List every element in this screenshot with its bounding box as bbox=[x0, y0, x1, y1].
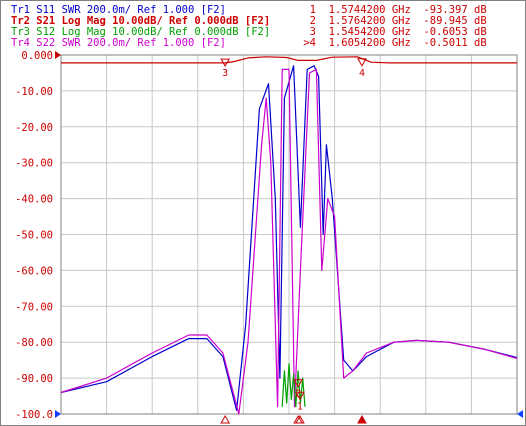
chart-plot[interactable]: 0.000 -10.00 -20.00 -30.00 -40.00 -50.00 -60.0… bbox=[1, 1, 525, 425]
vna-screen: 0.000 -10.00 -20.00 -30.00 -40.00 -50.00 -60.0… bbox=[0, 0, 526, 426]
marker-2-label: 2 bbox=[295, 389, 301, 400]
x-marker-4 bbox=[357, 414, 367, 424]
marker-readout-4: >4 1.6054200 GHz -0.5011 dB bbox=[297, 37, 487, 49]
trace-label-tr4[interactable]: Tr4 S22 SWR 200.0m/ Ref 1.000 [F2] bbox=[11, 37, 226, 49]
y-tick-label: -50.00 bbox=[15, 230, 53, 242]
ref-arrow-bottom-left bbox=[55, 410, 61, 418]
y-tick-label: -30.00 bbox=[15, 158, 53, 170]
y-tick-label: -20.00 bbox=[15, 122, 53, 134]
y-tick-label: 0.000 bbox=[21, 50, 53, 62]
y-tick-label: -10.00 bbox=[15, 86, 53, 98]
y-tick-label: -80.00 bbox=[15, 337, 53, 349]
ref-arrow-top-left bbox=[55, 51, 61, 59]
y-tick-label: -70.00 bbox=[15, 301, 53, 313]
x-marker-3 bbox=[220, 414, 231, 424]
ref-arrow-bottom-right bbox=[517, 410, 523, 418]
marker-1-label: 1 bbox=[297, 401, 303, 412]
y-tick-label: -90.00 bbox=[15, 373, 53, 385]
y-tick-label: -40.00 bbox=[15, 194, 53, 206]
marker-4-label: 4 bbox=[359, 68, 365, 79]
marker-3-label: 3 bbox=[222, 68, 228, 79]
y-tick-label: -100.0 bbox=[15, 409, 53, 421]
y-tick-label: -60.00 bbox=[15, 265, 53, 277]
